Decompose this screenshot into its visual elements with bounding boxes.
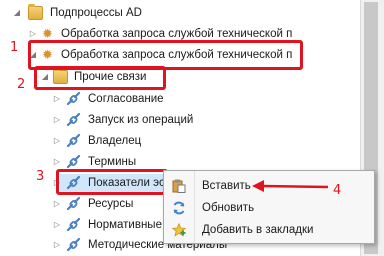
tree-item-zapusk[interactable]: ▷ Запуск из операций [0,111,360,129]
menu-item-label: Добавить в закладки [202,224,314,236]
link-icon [66,218,81,232]
link-icon [66,92,81,106]
annotation-arrow [252,180,329,192]
menu-item-label: Вставить [202,180,251,192]
link-icon [66,197,81,211]
tree-item-label: Согласование [88,93,164,105]
annotation-number-4: 4 [333,183,342,198]
link-icon [66,134,81,148]
menu-item-refresh[interactable]: Обновить [164,197,374,219]
expand-arrow-icon[interactable]: ▷ [52,132,62,150]
expand-arrow-icon[interactable]: ▷ [52,236,62,254]
annotation-box-3 [56,169,168,195]
annotation-box-2 [34,66,166,90]
bookmark-star-icon [171,222,187,237]
tree-item-label: Подпроцессы AD [50,7,142,19]
tree-item-label: Нормативные [88,219,162,231]
collapse-arrow-icon[interactable]: ◢ [12,4,22,22]
expand-arrow-icon[interactable]: ▷ [52,111,62,129]
folder-icon [28,4,43,20]
annotation-number-2: 2 [17,77,26,92]
refresh-icon [172,201,186,215]
annotation-number-1: 1 [10,40,19,55]
annotation-number-3: 3 [36,169,45,184]
tree-item-vladelec[interactable]: ▷ Владелец [0,132,360,150]
expand-arrow-icon[interactable]: ▷ [52,90,62,108]
tree-item-normativnye[interactable]: ▷ Нормативные [0,216,163,234]
tree-item-terminy[interactable]: ▷ Термины [0,153,360,171]
tree-item-label: Запуск из операций [88,114,194,126]
tree-item-label: Ресурсы [88,198,134,210]
link-icon [66,155,81,169]
expand-arrow-icon[interactable]: ▷ [52,195,62,213]
link-icon [66,113,81,127]
menu-item-add-bookmark[interactable]: Добавить в закладки [164,219,374,241]
tree-item-label: Владелец [88,135,142,147]
process-gear-icon: ✹ [42,26,53,41]
paste-icon [172,179,186,193]
expand-arrow-icon[interactable]: ▷ [52,216,62,234]
menu-item-label: Обновить [202,202,255,214]
tree-item-resursy[interactable]: ▷ Ресурсы [0,195,163,213]
tree-item-soglasovanie[interactable]: ▷ Согласование [0,90,360,108]
link-icon [66,238,81,252]
tree-item-podprocessy-ad[interactable]: ◢ Подпроцессы AD [0,4,360,22]
